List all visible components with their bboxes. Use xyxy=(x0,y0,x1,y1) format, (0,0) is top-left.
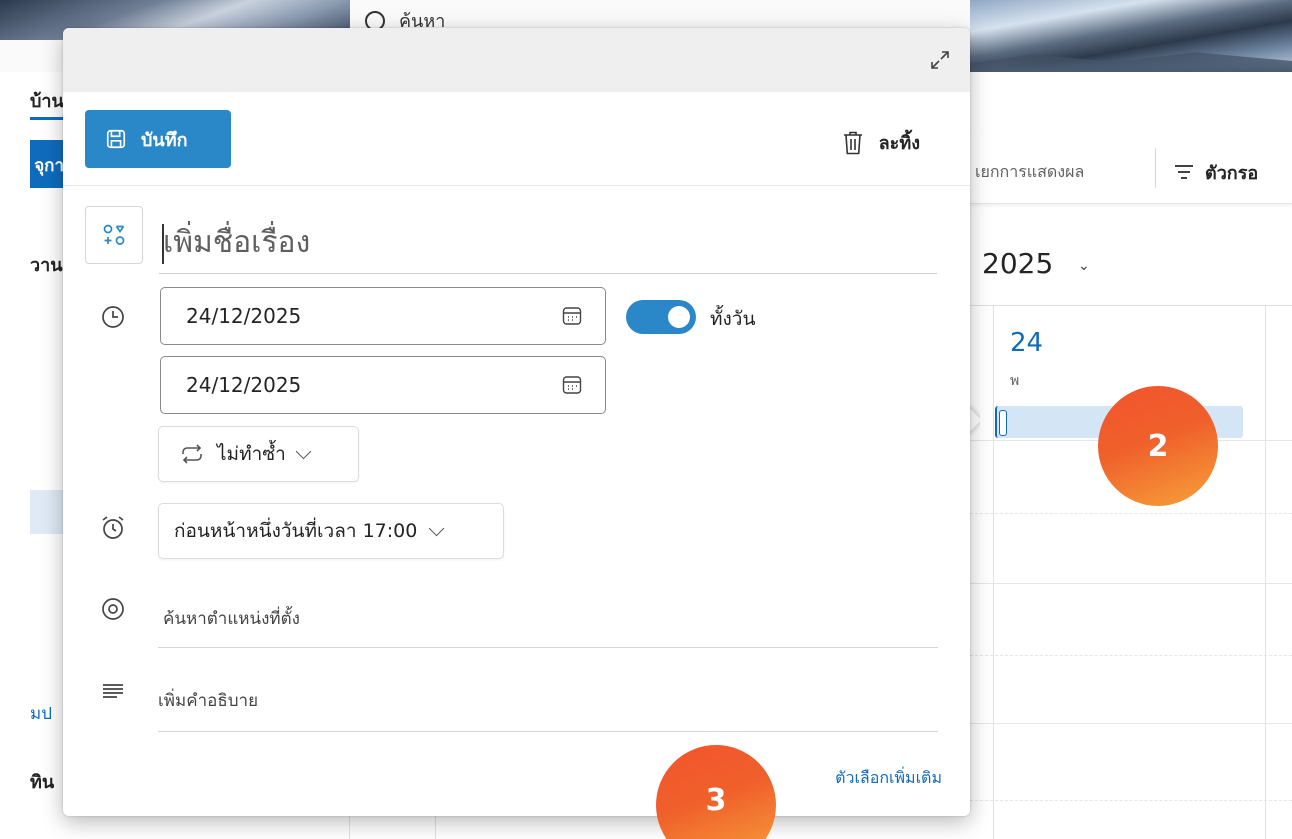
more-options-link[interactable]: ตัวเลือกเพิ่มเติม xyxy=(835,766,942,791)
filter-icon[interactable] xyxy=(1175,165,1193,179)
left-pane-link[interactable]: มป xyxy=(30,700,52,727)
end-date-value: 24/12/2025 xyxy=(186,373,302,397)
header-banner-image xyxy=(970,0,1292,72)
expand-icon[interactable] xyxy=(928,48,952,72)
start-date-value: 24/12/2025 xyxy=(186,304,302,328)
new-event-popup: บันทึก ละทิ้ง 24/12/2025 ทั้งวัน 24/12/2… xyxy=(63,28,970,816)
step-marker-2: 2 xyxy=(1098,386,1218,506)
grid-line xyxy=(970,583,1292,584)
alarm-clock-icon xyxy=(102,516,124,539)
popup-header xyxy=(63,28,970,92)
day-number[interactable]: 24 xyxy=(1010,328,1043,358)
trash-icon xyxy=(843,131,862,154)
clock-icon xyxy=(102,306,124,328)
chevron-down-icon xyxy=(295,443,312,459)
reminder-value: ก่อนหน้าหนึ่งวันที่เวลา 17:00 xyxy=(174,520,418,542)
selected-calendar-item[interactable] xyxy=(30,490,64,534)
popup-toolbar: บันทึก ละทิ้ง xyxy=(63,92,970,186)
left-pane-heading: วาน xyxy=(30,255,63,276)
grid-line xyxy=(970,800,1292,801)
filter-button[interactable]: ตัวกรอ xyxy=(1205,158,1258,187)
end-date-field[interactable]: 24/12/2025 xyxy=(160,356,606,414)
category-icon xyxy=(103,224,125,245)
toolbar-divider xyxy=(1155,148,1156,188)
save-button[interactable]: บันทึก xyxy=(85,110,231,168)
save-label: บันทึก xyxy=(141,129,188,151)
tab-home[interactable]: บ้าน xyxy=(30,86,64,115)
view-options-button[interactable]: เยกการแสดงผล xyxy=(975,160,1084,185)
repeat-dropdown[interactable]: ไม่ทำซ้ำ xyxy=(158,426,359,482)
month-year-selector[interactable]: 2025 xyxy=(982,247,1053,280)
discard-label: ละทิ้ง xyxy=(878,133,920,154)
category-picker[interactable] xyxy=(85,206,143,264)
repeat-value: ไม่ทำซ้ำ xyxy=(217,443,286,465)
start-date-field[interactable]: 24/12/2025 xyxy=(160,287,606,345)
grid-line xyxy=(970,513,1292,514)
event-title-input[interactable] xyxy=(159,212,937,274)
repeat-icon xyxy=(182,444,202,464)
day-weekday: พ xyxy=(1010,373,1020,389)
text-caret xyxy=(162,224,164,264)
reminder-dropdown[interactable]: ก่อนหน้าหนึ่งวันที่เวลา 17:00 xyxy=(158,503,504,559)
chevron-down-icon[interactable]: ⌄ xyxy=(1078,258,1090,274)
location-pin-icon xyxy=(102,598,124,620)
grid-line xyxy=(970,655,1292,656)
chevron-down-icon xyxy=(429,520,445,536)
active-tab-indicator xyxy=(30,117,64,120)
grid-line xyxy=(993,305,994,839)
grid-line xyxy=(970,305,1292,306)
save-icon xyxy=(106,129,126,149)
grid-line xyxy=(970,723,1292,724)
text-lines-icon xyxy=(103,684,123,698)
all-day-label: ทั้งวัน xyxy=(710,308,756,330)
all-day-toggle[interactable] xyxy=(626,300,696,334)
location-input[interactable] xyxy=(158,590,938,648)
new-event-button[interactable]: จุกา xyxy=(30,140,64,188)
discard-button[interactable]: ละทิ้ง xyxy=(841,128,920,157)
description-input[interactable] xyxy=(158,670,938,732)
grid-line xyxy=(1265,305,1266,839)
calendar-icon[interactable] xyxy=(561,374,583,396)
left-pane-heading: ทิน xyxy=(30,772,55,793)
calendar-icon[interactable] xyxy=(561,305,583,327)
